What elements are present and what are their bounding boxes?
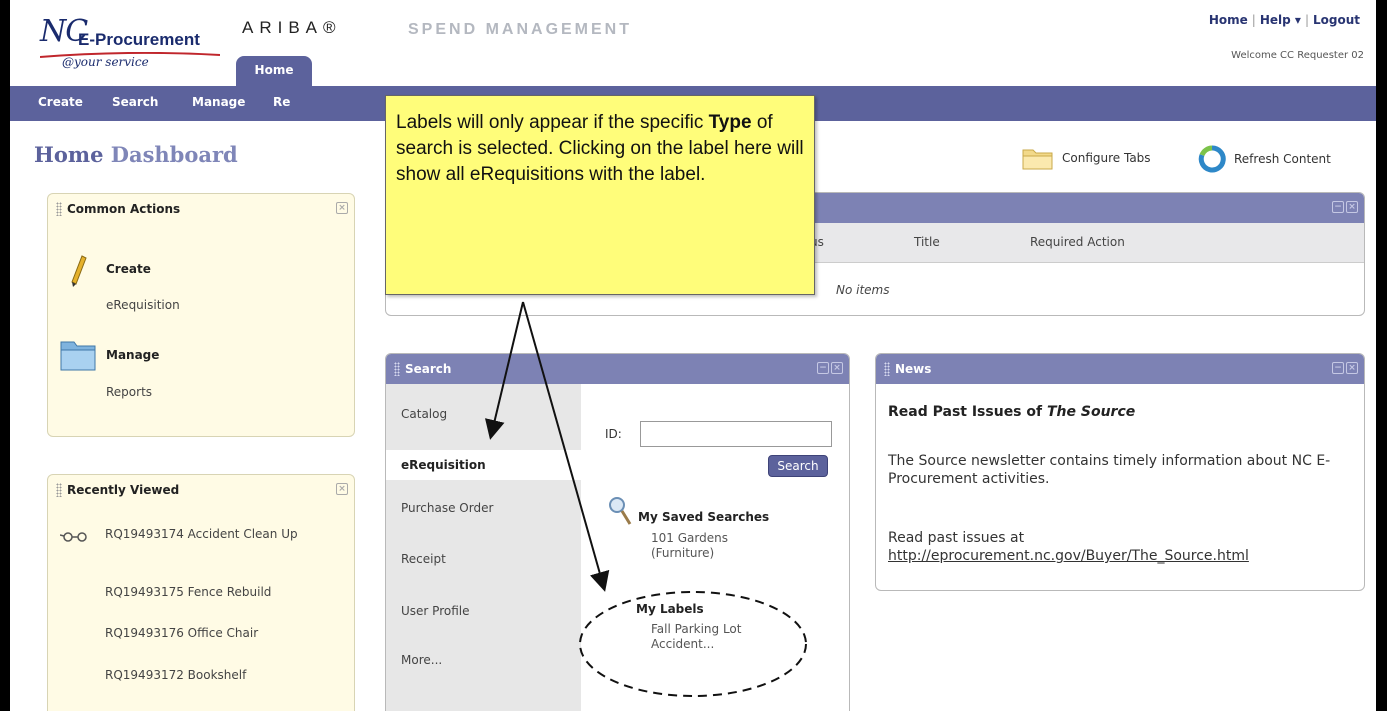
search-portlet: Search − × Catalog eRequisition Purchase … [385,353,850,711]
search-tab-more[interactable]: More... [401,653,442,667]
news-headline-em: The Source [1046,404,1136,420]
create-erequisition-link[interactable]: eRequisition [106,298,180,312]
pencil-icon [71,255,87,287]
header: NC E-Procurement @your service ARIBA® SP… [10,0,1376,86]
recently-viewed-title: Recently Viewed [67,483,180,497]
nav-reports[interactable]: Re [273,95,290,109]
minimize-icon[interactable]: − [1332,362,1344,374]
recent-item[interactable]: RQ19493174 Accident Clean Up [105,526,325,542]
id-label: ID: [605,427,622,441]
search-tab-purchase-order[interactable]: Purchase Order [401,501,493,515]
configure-tabs-button[interactable]: Configure Tabs [1022,145,1151,171]
home-link[interactable]: Home [1205,13,1252,27]
news-headline-pre: Read Past Issues of [888,404,1047,420]
search-title: Search [405,362,452,376]
folder-icon [1022,149,1053,170]
search-tab-receipt[interactable]: Receipt [401,552,446,566]
col-required-action[interactable]: Required Action [1030,235,1125,249]
drag-handle-icon[interactable] [394,362,400,376]
recently-viewed-portlet: Recently Viewed × RQ19493174 Accident Cl… [47,474,355,711]
id-input[interactable] [640,421,832,447]
callout-note: Labels will only appear if the specific … [385,95,815,295]
folder-icon [60,341,96,371]
news-body: The Source newsletter contains timely in… [888,453,1331,487]
recent-item[interactable]: RQ19493172 Bookshelf [105,668,246,682]
callout-text-1: Labels will only appear if the specific [396,112,709,133]
page-title-dashboard: Dashboard [110,142,238,167]
logout-link[interactable]: Logout [1309,13,1364,27]
drag-handle-icon[interactable] [56,202,62,216]
manage-reports-link[interactable]: Reports [106,385,152,399]
close-icon[interactable]: × [831,362,843,374]
top-links: Home | Help ▾ | Logout [1205,13,1364,27]
logo-tagline: @your service [62,55,149,69]
nav-create[interactable]: Create [38,95,83,109]
close-icon[interactable]: × [1346,201,1358,213]
search-tab-erequisition[interactable]: eRequisition [386,450,581,480]
close-icon[interactable]: × [336,483,348,495]
tab-home[interactable]: Home [236,56,312,86]
nav-search[interactable]: Search [112,95,158,109]
search-header[interactable]: Search − × [386,354,849,384]
search-tab-user-profile[interactable]: User Profile [401,604,469,618]
news-read-past: Read past issues at [888,530,1025,546]
col-title[interactable]: Title [914,235,940,249]
my-labels-title: My Labels [636,602,704,616]
callout-text-bold: Type [708,112,752,133]
page: NC E-Procurement @your service ARIBA® SP… [10,0,1376,711]
close-icon[interactable]: × [1346,362,1358,374]
minimize-icon[interactable]: − [1332,201,1344,213]
ariba-logo: ARIBA® [242,18,342,37]
spend-management-title: SPEND MANAGEMENT [408,21,633,38]
common-actions-header[interactable]: Common Actions × [48,194,354,224]
page-title-home: Home [34,142,104,167]
news-portlet: News − × Read Past Issues of The Source T… [875,353,1365,591]
search-tab-catalog[interactable]: Catalog [401,407,447,421]
recent-item[interactable]: RQ19493175 Fence Rebuild [105,585,271,599]
refresh-icon [1198,145,1226,173]
glasses-icon [60,532,87,542]
refresh-content-label: Refresh Content [1234,152,1331,166]
logo-eprocurement: E-Procurement [78,30,200,49]
news-headline: Read Past Issues of The Source [888,404,1135,420]
common-actions-portlet: Common Actions × Create eRequisition Man… [47,193,355,437]
help-link[interactable]: Help ▾ [1256,13,1305,27]
minimize-icon[interactable]: − [817,362,829,374]
drag-handle-icon[interactable] [56,483,62,497]
magnifier-icon [609,497,632,525]
nav-manage[interactable]: Manage [192,95,245,109]
configure-tabs-label: Configure Tabs [1062,151,1151,165]
drag-handle-icon[interactable] [884,362,890,376]
search-type-list: Catalog eRequisition Purchase Order Rece… [386,384,581,711]
recently-viewed-header[interactable]: Recently Viewed × [48,475,354,505]
nc-eprocurement-logo[interactable]: NC E-Procurement @your service [40,14,230,74]
create-title: Create [106,262,151,276]
news-title: News [895,362,932,376]
search-button[interactable]: Search [768,455,828,477]
saved-searches-title: My Saved Searches [638,510,770,524]
page-title: Home Dashboard [34,142,238,167]
news-header[interactable]: News − × [876,354,1364,384]
common-actions-title: Common Actions [67,202,181,216]
saved-search-item[interactable]: 101 Gardens (Furniture) [651,531,761,561]
welcome-text: Welcome CC Requester 02 [1231,50,1364,61]
recent-item[interactable]: RQ19493176 Office Chair [105,626,258,640]
label-item[interactable]: Fall Parking Lot Accident... [651,622,771,652]
todo-empty: No items [836,283,890,297]
refresh-content-button[interactable]: Refresh Content [1198,145,1331,173]
manage-title: Manage [106,348,160,362]
news-link[interactable]: http://eprocurement.nc.gov/Buyer/The_Sou… [888,548,1249,564]
close-icon[interactable]: × [336,202,348,214]
